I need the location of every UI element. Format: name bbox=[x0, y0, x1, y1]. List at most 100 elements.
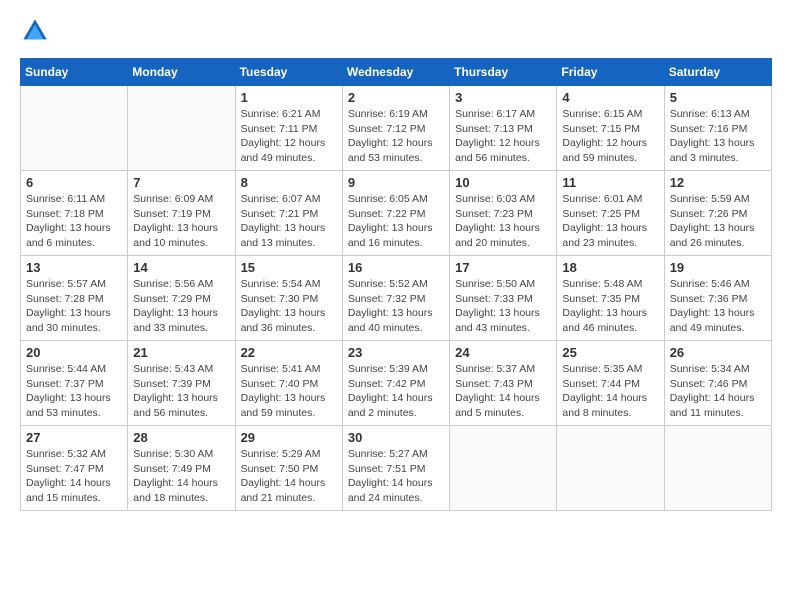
day-info: Sunrise: 5:57 AM Sunset: 7:28 PM Dayligh… bbox=[26, 277, 122, 336]
week-row-2: 6 Sunrise: 6:11 AM Sunset: 7:18 PM Daylig… bbox=[21, 171, 772, 256]
day-info: Sunrise: 6:15 AM Sunset: 7:15 PM Dayligh… bbox=[562, 107, 658, 166]
day-info: Sunrise: 5:54 AM Sunset: 7:30 PM Dayligh… bbox=[241, 277, 337, 336]
calendar-cell: 18 Sunrise: 5:48 AM Sunset: 7:35 PM Dayli… bbox=[557, 256, 664, 341]
day-info: Sunrise: 5:41 AM Sunset: 7:40 PM Dayligh… bbox=[241, 362, 337, 421]
day-info: Sunrise: 5:29 AM Sunset: 7:50 PM Dayligh… bbox=[241, 447, 337, 506]
day-number: 13 bbox=[26, 260, 122, 275]
day-number: 4 bbox=[562, 90, 658, 105]
header-day-friday: Friday bbox=[557, 59, 664, 86]
calendar-cell: 24 Sunrise: 5:37 AM Sunset: 7:43 PM Dayli… bbox=[450, 341, 557, 426]
calendar-cell: 23 Sunrise: 5:39 AM Sunset: 7:42 PM Dayli… bbox=[342, 341, 449, 426]
calendar-cell: 2Sunrise: 6:19 AM Sunset: 7:12 PM Daylig… bbox=[342, 86, 449, 171]
logo bbox=[20, 16, 54, 46]
day-info: Sunrise: 5:43 AM Sunset: 7:39 PM Dayligh… bbox=[133, 362, 229, 421]
calendar-cell: 1 Sunrise: 6:21 AM Sunset: 7:11 PM Daylig… bbox=[235, 86, 342, 171]
logo-icon bbox=[20, 16, 50, 46]
day-number: 20 bbox=[26, 345, 122, 360]
calendar-cell: 29 Sunrise: 5:29 AM Sunset: 7:50 PM Dayli… bbox=[235, 426, 342, 511]
day-info: Sunrise: 6:17 AM Sunset: 7:13 PM Dayligh… bbox=[455, 107, 551, 166]
day-info: Sunrise: 6:21 AM Sunset: 7:11 PM Dayligh… bbox=[241, 107, 337, 166]
day-number: 10 bbox=[455, 175, 551, 190]
day-number: 26 bbox=[670, 345, 766, 360]
day-number: 11 bbox=[562, 175, 658, 190]
day-number: 12 bbox=[670, 175, 766, 190]
header-row: SundayMondayTuesdayWednesdayThursdayFrid… bbox=[21, 59, 772, 86]
day-info: Sunrise: 6:09 AM Sunset: 7:19 PM Dayligh… bbox=[133, 192, 229, 251]
calendar-cell: 8 Sunrise: 6:07 AM Sunset: 7:21 PM Daylig… bbox=[235, 171, 342, 256]
calendar-cell bbox=[557, 426, 664, 511]
header-day-saturday: Saturday bbox=[664, 59, 771, 86]
day-number: 8 bbox=[241, 175, 337, 190]
day-number: 15 bbox=[241, 260, 337, 275]
header-day-tuesday: Tuesday bbox=[235, 59, 342, 86]
day-number: 7 bbox=[133, 175, 229, 190]
day-info: Sunrise: 5:35 AM Sunset: 7:44 PM Dayligh… bbox=[562, 362, 658, 421]
day-number: 6 bbox=[26, 175, 122, 190]
day-info: Sunrise: 5:37 AM Sunset: 7:43 PM Dayligh… bbox=[455, 362, 551, 421]
day-info: Sunrise: 6:11 AM Sunset: 7:18 PM Dayligh… bbox=[26, 192, 122, 251]
day-info: Sunrise: 5:27 AM Sunset: 7:51 PM Dayligh… bbox=[348, 447, 444, 506]
day-number: 9 bbox=[348, 175, 444, 190]
day-info: Sunrise: 5:44 AM Sunset: 7:37 PM Dayligh… bbox=[26, 362, 122, 421]
day-info: Sunrise: 5:50 AM Sunset: 7:33 PM Dayligh… bbox=[455, 277, 551, 336]
calendar-cell: 28 Sunrise: 5:30 AM Sunset: 7:49 PM Dayli… bbox=[128, 426, 235, 511]
calendar-cell: 10 Sunrise: 6:03 AM Sunset: 7:23 PM Dayli… bbox=[450, 171, 557, 256]
calendar-cell: 14Sunrise: 5:56 AM Sunset: 7:29 PM Dayli… bbox=[128, 256, 235, 341]
day-info: Sunrise: 5:52 AM Sunset: 7:32 PM Dayligh… bbox=[348, 277, 444, 336]
day-number: 25 bbox=[562, 345, 658, 360]
calendar-cell: 5 Sunrise: 6:13 AM Sunset: 7:16 PM Daylig… bbox=[664, 86, 771, 171]
day-info: Sunrise: 5:32 AM Sunset: 7:47 PM Dayligh… bbox=[26, 447, 122, 506]
calendar-cell bbox=[21, 86, 128, 171]
calendar-cell: 7 Sunrise: 6:09 AM Sunset: 7:19 PM Daylig… bbox=[128, 171, 235, 256]
day-number: 18 bbox=[562, 260, 658, 275]
day-number: 29 bbox=[241, 430, 337, 445]
calendar-cell bbox=[664, 426, 771, 511]
day-number: 30 bbox=[348, 430, 444, 445]
week-row-5: 27 Sunrise: 5:32 AM Sunset: 7:47 PM Dayli… bbox=[21, 426, 772, 511]
day-info: Sunrise: 5:59 AM Sunset: 7:26 PM Dayligh… bbox=[670, 192, 766, 251]
calendar-cell: 3 Sunrise: 6:17 AM Sunset: 7:13 PM Daylig… bbox=[450, 86, 557, 171]
day-number: 1 bbox=[241, 90, 337, 105]
day-info: Sunrise: 5:48 AM Sunset: 7:35 PM Dayligh… bbox=[562, 277, 658, 336]
calendar-cell: 22 Sunrise: 5:41 AM Sunset: 7:40 PM Dayli… bbox=[235, 341, 342, 426]
day-number: 17 bbox=[455, 260, 551, 275]
day-number: 16 bbox=[348, 260, 444, 275]
day-info: Sunrise: 5:46 AM Sunset: 7:36 PM Dayligh… bbox=[670, 277, 766, 336]
day-number: 19 bbox=[670, 260, 766, 275]
day-info: Sunrise: 6:07 AM Sunset: 7:21 PM Dayligh… bbox=[241, 192, 337, 251]
day-info: Sunrise: 5:30 AM Sunset: 7:49 PM Dayligh… bbox=[133, 447, 229, 506]
week-row-3: 13 Sunrise: 5:57 AM Sunset: 7:28 PM Dayli… bbox=[21, 256, 772, 341]
calendar-cell: 11 Sunrise: 6:01 AM Sunset: 7:25 PM Dayli… bbox=[557, 171, 664, 256]
calendar-cell: 4 Sunrise: 6:15 AM Sunset: 7:15 PM Daylig… bbox=[557, 86, 664, 171]
calendar-cell: 17 Sunrise: 5:50 AM Sunset: 7:33 PM Dayli… bbox=[450, 256, 557, 341]
day-info: Sunrise: 6:13 AM Sunset: 7:16 PM Dayligh… bbox=[670, 107, 766, 166]
day-number: 28 bbox=[133, 430, 229, 445]
calendar-cell: 21Sunrise: 5:43 AM Sunset: 7:39 PM Dayli… bbox=[128, 341, 235, 426]
header-day-sunday: Sunday bbox=[21, 59, 128, 86]
day-number: 22 bbox=[241, 345, 337, 360]
day-number: 24 bbox=[455, 345, 551, 360]
week-row-1: 1 Sunrise: 6:21 AM Sunset: 7:11 PM Daylig… bbox=[21, 86, 772, 171]
page: SundayMondayTuesdayWednesdayThursdayFrid… bbox=[0, 0, 792, 612]
calendar-cell: 26Sunrise: 5:34 AM Sunset: 7:46 PM Dayli… bbox=[664, 341, 771, 426]
header bbox=[20, 16, 772, 46]
day-info: Sunrise: 6:01 AM Sunset: 7:25 PM Dayligh… bbox=[562, 192, 658, 251]
day-number: 23 bbox=[348, 345, 444, 360]
day-info: Sunrise: 6:03 AM Sunset: 7:23 PM Dayligh… bbox=[455, 192, 551, 251]
calendar-cell: 19 Sunrise: 5:46 AM Sunset: 7:36 PM Dayli… bbox=[664, 256, 771, 341]
day-number: 5 bbox=[670, 90, 766, 105]
day-info: Sunrise: 6:19 AM Sunset: 7:12 PM Dayligh… bbox=[348, 107, 444, 166]
day-number: 3 bbox=[455, 90, 551, 105]
calendar-cell: 9Sunrise: 6:05 AM Sunset: 7:22 PM Daylig… bbox=[342, 171, 449, 256]
day-info: Sunrise: 5:56 AM Sunset: 7:29 PM Dayligh… bbox=[133, 277, 229, 336]
calendar: SundayMondayTuesdayWednesdayThursdayFrid… bbox=[20, 58, 772, 511]
header-day-wednesday: Wednesday bbox=[342, 59, 449, 86]
calendar-cell bbox=[128, 86, 235, 171]
calendar-cell: 12 Sunrise: 5:59 AM Sunset: 7:26 PM Dayli… bbox=[664, 171, 771, 256]
calendar-cell bbox=[450, 426, 557, 511]
calendar-cell: 13 Sunrise: 5:57 AM Sunset: 7:28 PM Dayli… bbox=[21, 256, 128, 341]
header-day-monday: Monday bbox=[128, 59, 235, 86]
day-info: Sunrise: 5:39 AM Sunset: 7:42 PM Dayligh… bbox=[348, 362, 444, 421]
day-number: 27 bbox=[26, 430, 122, 445]
calendar-cell: 20 Sunrise: 5:44 AM Sunset: 7:37 PM Dayli… bbox=[21, 341, 128, 426]
